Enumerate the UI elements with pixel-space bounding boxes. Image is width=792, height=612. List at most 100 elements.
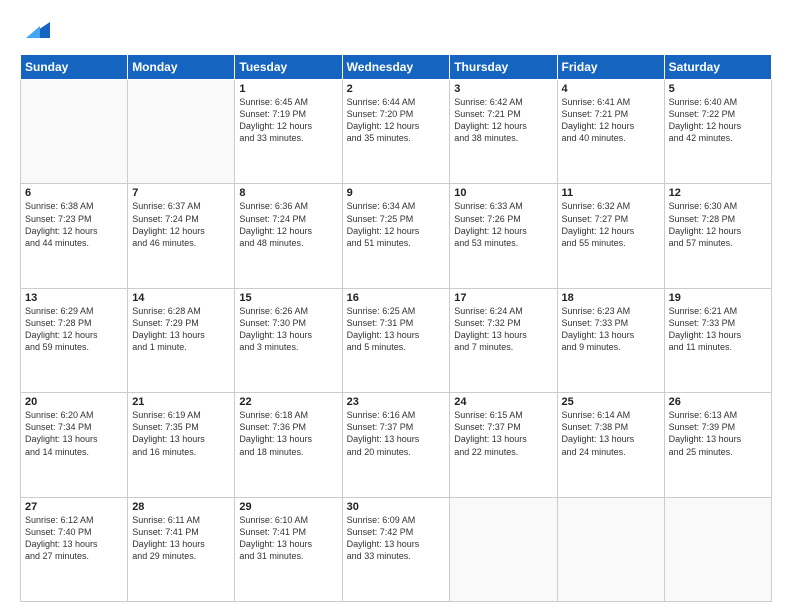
calendar-cell: 22Sunrise: 6:18 AM Sunset: 7:36 PM Dayli…: [235, 393, 342, 497]
day-info: Sunrise: 6:12 AM Sunset: 7:40 PM Dayligh…: [25, 514, 123, 563]
day-info: Sunrise: 6:25 AM Sunset: 7:31 PM Dayligh…: [347, 305, 446, 354]
calendar-week-row: 27Sunrise: 6:12 AM Sunset: 7:40 PM Dayli…: [21, 497, 772, 601]
day-info: Sunrise: 6:13 AM Sunset: 7:39 PM Dayligh…: [669, 409, 767, 458]
day-info: Sunrise: 6:15 AM Sunset: 7:37 PM Dayligh…: [454, 409, 552, 458]
day-info: Sunrise: 6:45 AM Sunset: 7:19 PM Dayligh…: [239, 96, 337, 145]
day-number: 29: [239, 501, 337, 513]
day-info: Sunrise: 6:36 AM Sunset: 7:24 PM Dayligh…: [239, 200, 337, 249]
calendar-cell: 17Sunrise: 6:24 AM Sunset: 7:32 PM Dayli…: [450, 288, 557, 392]
calendar-cell: 10Sunrise: 6:33 AM Sunset: 7:26 PM Dayli…: [450, 184, 557, 288]
calendar-cell: 14Sunrise: 6:28 AM Sunset: 7:29 PM Dayli…: [128, 288, 235, 392]
day-number: 20: [25, 396, 123, 408]
calendar-week-row: 6Sunrise: 6:38 AM Sunset: 7:23 PM Daylig…: [21, 184, 772, 288]
weekday-header: Thursday: [450, 55, 557, 80]
day-info: Sunrise: 6:09 AM Sunset: 7:42 PM Dayligh…: [347, 514, 446, 563]
calendar-cell: 13Sunrise: 6:29 AM Sunset: 7:28 PM Dayli…: [21, 288, 128, 392]
day-info: Sunrise: 6:33 AM Sunset: 7:26 PM Dayligh…: [454, 200, 552, 249]
weekday-header: Friday: [557, 55, 664, 80]
calendar-cell: 23Sunrise: 6:16 AM Sunset: 7:37 PM Dayli…: [342, 393, 450, 497]
day-number: 24: [454, 396, 552, 408]
day-info: Sunrise: 6:41 AM Sunset: 7:21 PM Dayligh…: [562, 96, 660, 145]
calendar-cell: 2Sunrise: 6:44 AM Sunset: 7:20 PM Daylig…: [342, 80, 450, 184]
day-number: 10: [454, 187, 552, 199]
calendar-cell: 28Sunrise: 6:11 AM Sunset: 7:41 PM Dayli…: [128, 497, 235, 601]
calendar-cell: [664, 497, 771, 601]
day-info: Sunrise: 6:24 AM Sunset: 7:32 PM Dayligh…: [454, 305, 552, 354]
weekday-header: Sunday: [21, 55, 128, 80]
weekday-header: Monday: [128, 55, 235, 80]
day-info: Sunrise: 6:38 AM Sunset: 7:23 PM Dayligh…: [25, 200, 123, 249]
calendar-cell: 21Sunrise: 6:19 AM Sunset: 7:35 PM Dayli…: [128, 393, 235, 497]
day-number: 12: [669, 187, 767, 199]
day-number: 16: [347, 292, 446, 304]
day-info: Sunrise: 6:10 AM Sunset: 7:41 PM Dayligh…: [239, 514, 337, 563]
day-info: Sunrise: 6:44 AM Sunset: 7:20 PM Dayligh…: [347, 96, 446, 145]
calendar-cell: 11Sunrise: 6:32 AM Sunset: 7:27 PM Dayli…: [557, 184, 664, 288]
calendar-cell: 16Sunrise: 6:25 AM Sunset: 7:31 PM Dayli…: [342, 288, 450, 392]
calendar-week-row: 1Sunrise: 6:45 AM Sunset: 7:19 PM Daylig…: [21, 80, 772, 184]
calendar-table: SundayMondayTuesdayWednesdayThursdayFrid…: [20, 54, 772, 602]
calendar-week-row: 20Sunrise: 6:20 AM Sunset: 7:34 PM Dayli…: [21, 393, 772, 497]
day-number: 14: [132, 292, 230, 304]
calendar-page: SundayMondayTuesdayWednesdayThursdayFrid…: [0, 0, 792, 612]
day-number: 22: [239, 396, 337, 408]
calendar-cell: 9Sunrise: 6:34 AM Sunset: 7:25 PM Daylig…: [342, 184, 450, 288]
calendar-cell: 15Sunrise: 6:26 AM Sunset: 7:30 PM Dayli…: [235, 288, 342, 392]
day-number: 11: [562, 187, 660, 199]
day-info: Sunrise: 6:40 AM Sunset: 7:22 PM Dayligh…: [669, 96, 767, 145]
day-info: Sunrise: 6:14 AM Sunset: 7:38 PM Dayligh…: [562, 409, 660, 458]
calendar-cell: 7Sunrise: 6:37 AM Sunset: 7:24 PM Daylig…: [128, 184, 235, 288]
weekday-header: Saturday: [664, 55, 771, 80]
calendar-cell: 20Sunrise: 6:20 AM Sunset: 7:34 PM Dayli…: [21, 393, 128, 497]
day-number: 23: [347, 396, 446, 408]
calendar-cell: [128, 80, 235, 184]
calendar-cell: 29Sunrise: 6:10 AM Sunset: 7:41 PM Dayli…: [235, 497, 342, 601]
day-number: 27: [25, 501, 123, 513]
logo-icon: [22, 16, 50, 44]
day-number: 9: [347, 187, 446, 199]
logo: [20, 16, 50, 44]
day-info: Sunrise: 6:23 AM Sunset: 7:33 PM Dayligh…: [562, 305, 660, 354]
day-number: 4: [562, 83, 660, 95]
calendar-cell: 12Sunrise: 6:30 AM Sunset: 7:28 PM Dayli…: [664, 184, 771, 288]
day-info: Sunrise: 6:34 AM Sunset: 7:25 PM Dayligh…: [347, 200, 446, 249]
day-info: Sunrise: 6:19 AM Sunset: 7:35 PM Dayligh…: [132, 409, 230, 458]
day-info: Sunrise: 6:18 AM Sunset: 7:36 PM Dayligh…: [239, 409, 337, 458]
calendar-cell: 30Sunrise: 6:09 AM Sunset: 7:42 PM Dayli…: [342, 497, 450, 601]
day-info: Sunrise: 6:42 AM Sunset: 7:21 PM Dayligh…: [454, 96, 552, 145]
calendar-cell: 27Sunrise: 6:12 AM Sunset: 7:40 PM Dayli…: [21, 497, 128, 601]
day-number: 7: [132, 187, 230, 199]
calendar-cell: 19Sunrise: 6:21 AM Sunset: 7:33 PM Dayli…: [664, 288, 771, 392]
day-number: 25: [562, 396, 660, 408]
day-info: Sunrise: 6:29 AM Sunset: 7:28 PM Dayligh…: [25, 305, 123, 354]
calendar-cell: 24Sunrise: 6:15 AM Sunset: 7:37 PM Dayli…: [450, 393, 557, 497]
day-info: Sunrise: 6:30 AM Sunset: 7:28 PM Dayligh…: [669, 200, 767, 249]
day-info: Sunrise: 6:21 AM Sunset: 7:33 PM Dayligh…: [669, 305, 767, 354]
day-info: Sunrise: 6:16 AM Sunset: 7:37 PM Dayligh…: [347, 409, 446, 458]
header: [20, 16, 772, 44]
calendar-cell: 5Sunrise: 6:40 AM Sunset: 7:22 PM Daylig…: [664, 80, 771, 184]
calendar-cell: 26Sunrise: 6:13 AM Sunset: 7:39 PM Dayli…: [664, 393, 771, 497]
day-number: 28: [132, 501, 230, 513]
day-number: 15: [239, 292, 337, 304]
day-number: 26: [669, 396, 767, 408]
calendar-cell: [450, 497, 557, 601]
day-number: 18: [562, 292, 660, 304]
calendar-cell: 4Sunrise: 6:41 AM Sunset: 7:21 PM Daylig…: [557, 80, 664, 184]
calendar-cell: [557, 497, 664, 601]
weekday-header-row: SundayMondayTuesdayWednesdayThursdayFrid…: [21, 55, 772, 80]
day-number: 13: [25, 292, 123, 304]
day-number: 8: [239, 187, 337, 199]
day-number: 6: [25, 187, 123, 199]
calendar-cell: 8Sunrise: 6:36 AM Sunset: 7:24 PM Daylig…: [235, 184, 342, 288]
day-number: 5: [669, 83, 767, 95]
day-number: 17: [454, 292, 552, 304]
calendar-cell: 25Sunrise: 6:14 AM Sunset: 7:38 PM Dayli…: [557, 393, 664, 497]
day-info: Sunrise: 6:20 AM Sunset: 7:34 PM Dayligh…: [25, 409, 123, 458]
day-number: 21: [132, 396, 230, 408]
day-info: Sunrise: 6:11 AM Sunset: 7:41 PM Dayligh…: [132, 514, 230, 563]
day-info: Sunrise: 6:26 AM Sunset: 7:30 PM Dayligh…: [239, 305, 337, 354]
day-info: Sunrise: 6:37 AM Sunset: 7:24 PM Dayligh…: [132, 200, 230, 249]
day-info: Sunrise: 6:32 AM Sunset: 7:27 PM Dayligh…: [562, 200, 660, 249]
calendar-cell: [21, 80, 128, 184]
